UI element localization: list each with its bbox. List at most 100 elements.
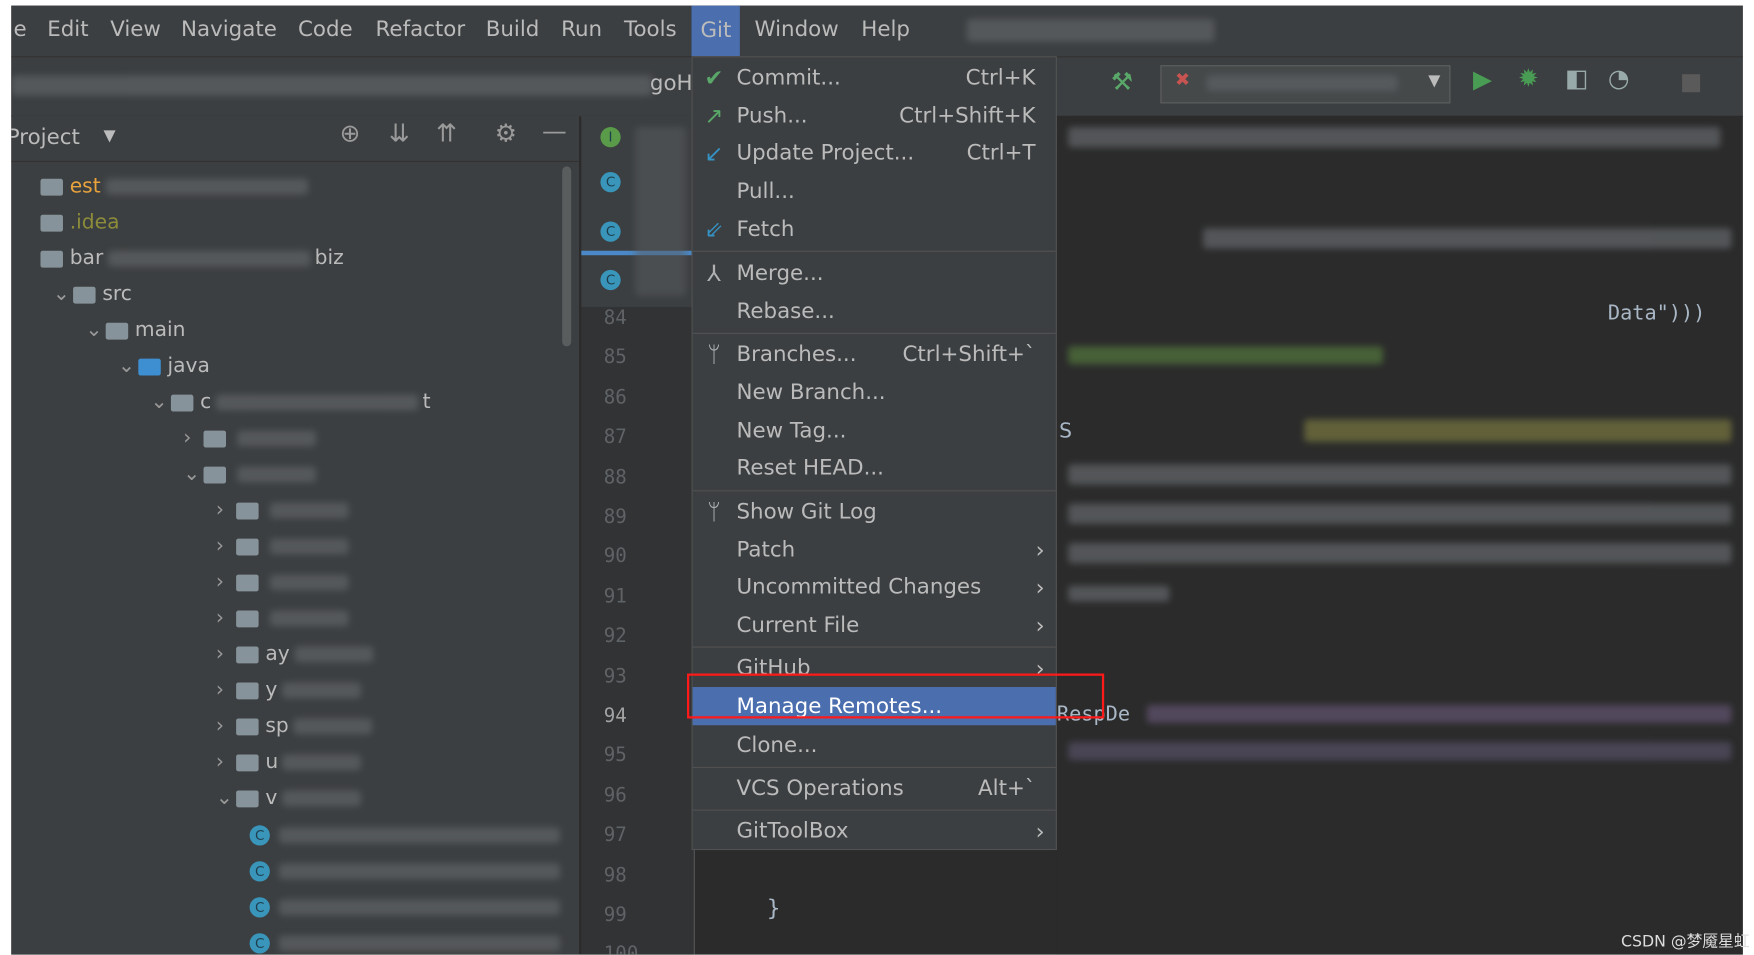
folder-icon bbox=[40, 214, 63, 232]
tree-item[interactable]: ⌄ java bbox=[118, 350, 210, 384]
locate-icon[interactable]: ⊕ bbox=[340, 120, 361, 148]
project-view-chevron-icon[interactable]: ▼ bbox=[103, 127, 115, 145]
chevron-right-icon[interactable]: › bbox=[216, 709, 236, 743]
git-menu-item-patch[interactable]: Patch › bbox=[693, 531, 1056, 569]
tree-item[interactable]: › bbox=[216, 494, 353, 528]
chevron-down-icon[interactable]: ⌄ bbox=[216, 781, 236, 815]
chevron-right-icon[interactable]: › bbox=[216, 530, 236, 564]
chevron-down-icon[interactable]: ⌄ bbox=[85, 314, 105, 348]
tree-item[interactable]: C bbox=[249, 927, 560, 955]
chevron-right-icon[interactable]: › bbox=[216, 602, 236, 636]
menu-build[interactable]: Build bbox=[486, 17, 540, 46]
tree-item[interactable]: C bbox=[249, 855, 560, 889]
code-blurred bbox=[1304, 419, 1732, 442]
git-menu-item-push[interactable]: ↗ Push... Ctrl+Shift+K bbox=[693, 97, 1056, 135]
stop-icon[interactable] bbox=[1682, 74, 1701, 93]
menu-code[interactable]: Code bbox=[298, 17, 353, 46]
tree-item[interactable]: › y bbox=[216, 674, 365, 708]
folder-icon bbox=[236, 574, 259, 591]
chevron-down-icon[interactable]: ⌄ bbox=[151, 386, 171, 420]
menu-window[interactable]: Window bbox=[754, 17, 838, 46]
coverage-icon[interactable]: ◧ bbox=[1565, 65, 1588, 93]
tab-names-blurred bbox=[635, 127, 686, 296]
menu-item-label: Show Git Log bbox=[736, 499, 877, 524]
git-menu-item-merge[interactable]: ⅄ Merge... bbox=[693, 254, 1056, 292]
menu-item-label: Pull... bbox=[736, 178, 795, 204]
tree-item[interactable]: bar biz bbox=[20, 242, 344, 276]
tree-item[interactable]: › bbox=[216, 602, 353, 636]
tree-item[interactable]: C bbox=[249, 819, 560, 853]
gear-icon[interactable]: ⚙ bbox=[495, 120, 517, 148]
class-icon: C bbox=[249, 861, 270, 882]
class-icon: C bbox=[600, 269, 621, 291]
run-config-dropdown[interactable]: ✖ ▼ bbox=[1160, 65, 1451, 104]
class-icon: C bbox=[249, 825, 270, 846]
git-menu-item-rebase[interactable]: Rebase... bbox=[693, 292, 1056, 330]
chevron-right-icon[interactable]: › bbox=[216, 494, 236, 528]
chevron-down-icon[interactable]: ⌄ bbox=[183, 458, 203, 492]
tree-item[interactable]: › bbox=[216, 530, 353, 564]
menu-help[interactable]: Help bbox=[861, 17, 910, 46]
chevron-right-icon[interactable]: › bbox=[183, 422, 203, 456]
code-blurred bbox=[1146, 704, 1732, 723]
run-icon[interactable]: ▶ bbox=[1473, 66, 1492, 94]
chevron-right-icon[interactable]: › bbox=[216, 566, 236, 600]
tree-item[interactable]: › bbox=[216, 566, 353, 600]
menu-navigate[interactable]: Navigate bbox=[181, 17, 277, 46]
menu-item-label: Merge... bbox=[736, 260, 824, 286]
git-menu-item-pull[interactable]: Pull... bbox=[693, 172, 1056, 210]
debug-bug-icon[interactable]: ✹ bbox=[1518, 65, 1539, 93]
git-menu-item-commit[interactable]: ✔ Commit... Ctrl+K bbox=[693, 58, 1056, 96]
project-scrollbar[interactable] bbox=[562, 166, 572, 347]
code-fragment: S bbox=[1059, 419, 1073, 444]
tree-item-label: u bbox=[265, 749, 279, 774]
project-title[interactable]: Project bbox=[11, 125, 80, 150]
menu-file[interactable]: e bbox=[13, 17, 26, 46]
hide-icon[interactable]: — bbox=[542, 118, 567, 146]
git-menu-item-uncommitted-changes[interactable]: Uncommitted Changes › bbox=[693, 568, 1056, 606]
menu-run[interactable]: Run bbox=[561, 17, 602, 46]
chevron-down-icon[interactable]: ⌄ bbox=[53, 278, 73, 312]
git-menu-item-new-branch[interactable]: New Branch... bbox=[693, 373, 1056, 411]
code-editor[interactable]: Data"))) S RespDe } bbox=[767, 115, 1743, 955]
chevron-right-icon[interactable]: › bbox=[216, 674, 236, 708]
menu-view[interactable]: View bbox=[110, 17, 161, 46]
menu-refactor[interactable]: Refactor bbox=[376, 17, 466, 46]
tree-item[interactable]: › ay bbox=[216, 638, 378, 672]
git-menu-item-gittoolbox[interactable]: GitToolBox › bbox=[693, 812, 1056, 850]
menu-tools[interactable]: Tools bbox=[624, 17, 677, 46]
menu-edit[interactable]: Edit bbox=[47, 17, 88, 46]
folder-icon bbox=[236, 717, 259, 735]
git-menu-item-current-file[interactable]: Current File › bbox=[693, 606, 1056, 644]
git-menu-item-show-git-log[interactable]: ᛘ Show Git Log bbox=[693, 492, 1056, 530]
tree-item[interactable]: est bbox=[20, 170, 312, 204]
profiler-icon[interactable]: ◔ bbox=[1608, 65, 1630, 93]
tree-item[interactable]: .idea bbox=[20, 206, 119, 240]
collapse-all-icon[interactable]: ⇈ bbox=[436, 120, 457, 148]
git-menu-item-fetch[interactable]: ⇙ Fetch bbox=[693, 210, 1056, 248]
git-menu-item-reset-head[interactable]: Reset HEAD... bbox=[693, 449, 1056, 487]
git-menu-item-vcs-operations[interactable]: VCS Operations Alt+` bbox=[693, 769, 1056, 807]
tree-item[interactable]: ⌄ v bbox=[216, 781, 365, 815]
line-number: 84 bbox=[603, 306, 627, 330]
chevron-right-icon[interactable]: › bbox=[216, 745, 236, 779]
tree-item[interactable]: ⌄ c t bbox=[151, 386, 431, 420]
tree-item[interactable]: › bbox=[183, 422, 320, 456]
line-number: 100 bbox=[604, 944, 639, 955]
git-menu-item-update-project[interactable]: ↙ Update Project... Ctrl+T bbox=[693, 134, 1056, 172]
chevron-down-icon[interactable]: ⌄ bbox=[118, 350, 138, 384]
tree-item[interactable]: ⌄ bbox=[183, 458, 320, 492]
git-menu-item-new-tag[interactable]: New Tag... bbox=[693, 412, 1056, 450]
git-menu-item-clone[interactable]: Clone... bbox=[693, 726, 1056, 764]
expand-all-icon[interactable]: ⇊ bbox=[389, 120, 410, 148]
tree-item[interactable]: C bbox=[249, 891, 560, 925]
tree-item[interactable]: ⌄ src bbox=[53, 278, 132, 312]
git-menu-item-branches[interactable]: ᛘ Branches... Ctrl+Shift+` bbox=[693, 335, 1056, 373]
tree-item[interactable]: › sp bbox=[216, 709, 377, 743]
menu-git[interactable]: Git bbox=[691, 5, 741, 57]
tree-item[interactable]: ⌄ main bbox=[85, 314, 185, 348]
tree-item[interactable]: › u bbox=[216, 745, 366, 779]
line-number: 88 bbox=[603, 466, 627, 489]
chevron-right-icon[interactable]: › bbox=[216, 638, 236, 672]
build-hammer-icon[interactable]: ⚒ bbox=[1111, 69, 1133, 97]
